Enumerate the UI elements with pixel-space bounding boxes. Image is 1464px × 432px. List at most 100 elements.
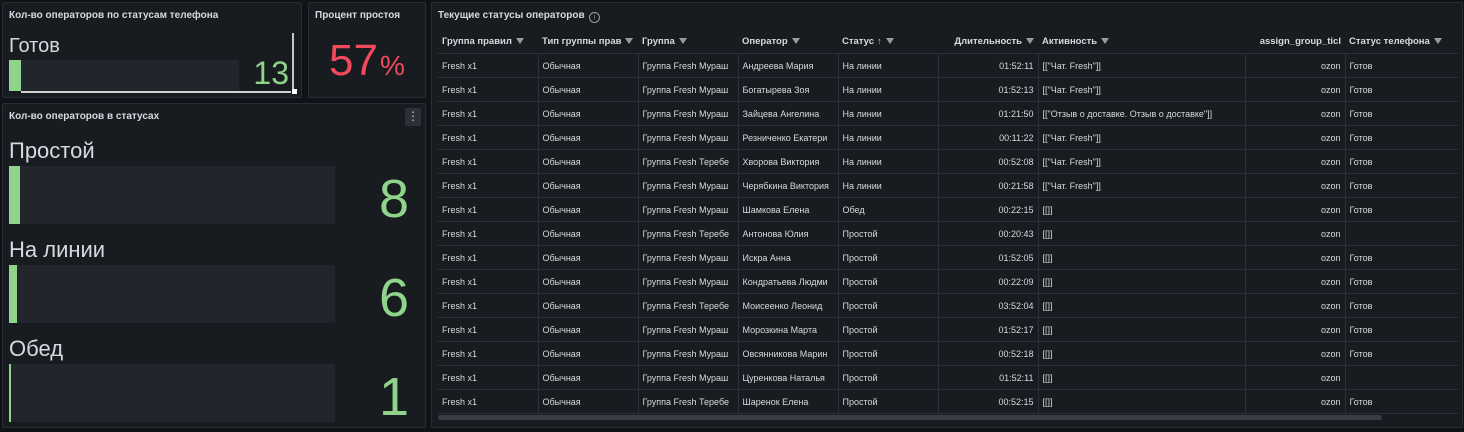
table-cell: ozon bbox=[1245, 341, 1346, 366]
column-header[interactable]: assign_group_ticl bbox=[1245, 29, 1345, 54]
table-cell: ozon bbox=[1245, 269, 1346, 294]
table-cell: Группа Fresh Мураш bbox=[638, 245, 739, 270]
table-cell: Искра Анна bbox=[738, 245, 839, 270]
filter-icon[interactable] bbox=[1433, 37, 1442, 44]
table-cell: ozon bbox=[1245, 365, 1346, 390]
table-cell: Шаренок Елена bbox=[738, 389, 839, 414]
table-cell: [["Чат. Fresh"]] bbox=[1038, 53, 1246, 78]
table-cell: ozon bbox=[1245, 125, 1346, 150]
column-header[interactable]: Статус ↑ bbox=[838, 29, 938, 54]
table-cell: Обычная bbox=[538, 101, 639, 126]
status-row-idle: Простой 8 bbox=[3, 138, 425, 237]
column-header[interactable]: Активность bbox=[1038, 29, 1245, 54]
column-header[interactable]: Длительность bbox=[938, 29, 1038, 54]
resize-corner[interactable] bbox=[292, 89, 297, 94]
table-cell: Fresh x1 bbox=[438, 101, 539, 126]
column-header[interactable]: Группа bbox=[638, 29, 738, 54]
table-header-row: Группа правил Тип группы прав Группа Опе… bbox=[438, 29, 1458, 54]
table-cell: Моисеенко Леонид bbox=[738, 293, 839, 318]
table-cell: [[]] bbox=[1038, 389, 1246, 414]
resize-handle-bottom[interactable] bbox=[21, 91, 291, 93]
table-cell: Овсянникова Марин bbox=[738, 341, 839, 366]
table-cell: Обычная bbox=[538, 149, 639, 174]
table-cell bbox=[1345, 365, 1458, 390]
table-cell: 00:20:43 bbox=[938, 221, 1039, 246]
column-header[interactable]: Оператор bbox=[738, 29, 838, 54]
resize-handle[interactable] bbox=[292, 33, 294, 93]
table-row[interactable]: Fresh x1 Обычная Группа Fresh Теребе Хворов… bbox=[438, 149, 1458, 174]
table-cell: ozon bbox=[1245, 389, 1346, 414]
table-cell: Простой bbox=[838, 317, 939, 342]
table-cell: Группа Fresh Теребе bbox=[638, 293, 739, 318]
table-row[interactable]: Fresh x1 Обычная Группа Fresh Мураш Искра А… bbox=[438, 245, 1458, 270]
status-value-ready: 13 bbox=[253, 55, 289, 91]
table-cell: [["Чат. Fresh"]] bbox=[1038, 77, 1246, 102]
table-cell: 00:52:08 bbox=[938, 149, 1039, 174]
table-cell: Зайцева Ангелина bbox=[738, 101, 839, 126]
table-row[interactable]: Fresh x1 Обычная Группа Fresh Теребе Антоно… bbox=[438, 221, 1458, 246]
table-cell: Обычная bbox=[538, 197, 639, 222]
table-row[interactable]: Fresh x1 Обычная Группа Fresh Мураш Богатыр… bbox=[438, 77, 1458, 102]
table-row[interactable]: Fresh x1 Обычная Группа Fresh Мураш Овсянни… bbox=[438, 341, 1458, 366]
table-cell: 01:52:05 bbox=[938, 245, 1039, 270]
table-cell: [[]] bbox=[1038, 293, 1246, 318]
table-cell: Готов bbox=[1345, 149, 1458, 174]
table-cell: Простой bbox=[838, 245, 939, 270]
bar-gauge-fill bbox=[9, 60, 21, 91]
table-cell: Простой bbox=[838, 365, 939, 390]
column-header[interactable]: Статус телефона bbox=[1345, 29, 1458, 54]
table-cell: Группа Fresh Мураш bbox=[638, 317, 739, 342]
filter-icon[interactable] bbox=[885, 37, 894, 44]
info-icon[interactable]: i bbox=[589, 12, 600, 23]
table-cell: Группа Fresh Мураш bbox=[638, 77, 739, 102]
table-row[interactable]: Fresh x1 Обычная Группа Fresh Теребе Моисее… bbox=[438, 293, 1458, 318]
table-cell: Готов bbox=[1345, 341, 1458, 366]
table-row[interactable]: Fresh x1 Обычная Группа Fresh Мураш Зайцева… bbox=[438, 101, 1458, 126]
table-cell: 00:21:58 bbox=[938, 173, 1039, 198]
table-row[interactable]: Fresh x1 Обычная Группа Fresh Мураш Кондрат… bbox=[438, 269, 1458, 294]
table-row[interactable]: Fresh x1 Обычная Группа Fresh Мураш Цуренко… bbox=[438, 365, 1458, 390]
panel-menu-icon[interactable]: ⋮ bbox=[405, 108, 421, 126]
table-cell: Простой bbox=[838, 341, 939, 366]
table-row[interactable]: Fresh x1 Обычная Группа Fresh Мураш Резниче… bbox=[438, 125, 1458, 150]
filter-icon[interactable] bbox=[791, 37, 800, 44]
filter-icon[interactable] bbox=[678, 37, 687, 44]
table-cell: [[]] bbox=[1038, 365, 1246, 390]
table-row[interactable]: Fresh x1 Обычная Группа Fresh Мураш Морозки… bbox=[438, 317, 1458, 342]
status-label: Обед bbox=[9, 336, 64, 361]
table-cell: Fresh x1 bbox=[438, 365, 539, 390]
filter-icon[interactable] bbox=[1026, 37, 1034, 44]
table-row[interactable]: Fresh x1 Обычная Группа Fresh Мураш Черябки… bbox=[438, 173, 1458, 198]
table-cell: ozon bbox=[1245, 53, 1346, 78]
table-cell: [["Отзыв о доставке. Отзыв о доставке"]] bbox=[1038, 101, 1246, 126]
horizontal-scrollbar[interactable] bbox=[438, 415, 1382, 420]
filter-icon[interactable] bbox=[625, 37, 634, 44]
filter-icon[interactable] bbox=[1101, 37, 1110, 44]
column-header[interactable]: Тип группы прав bbox=[538, 29, 638, 54]
table-cell: Готов bbox=[1345, 53, 1458, 78]
table-cell: Готов bbox=[1345, 77, 1458, 102]
table-cell: [[]] bbox=[1038, 221, 1246, 246]
table-cell: Fresh x1 bbox=[438, 389, 539, 414]
table-cell: Группа Fresh Мураш bbox=[638, 53, 739, 78]
table-cell: Цуренкова Наталья bbox=[738, 365, 839, 390]
bar-gauge-track bbox=[9, 364, 335, 422]
column-header[interactable]: Группа правил bbox=[438, 29, 538, 54]
status-label: На линии bbox=[9, 237, 106, 262]
bar-gauge-track bbox=[9, 265, 335, 323]
table-cell: Готов bbox=[1345, 389, 1458, 414]
table-cell: На линии bbox=[838, 173, 939, 198]
table-row[interactable]: Fresh x1 Обычная Группа Fresh Теребе Шарено… bbox=[438, 389, 1458, 414]
table-row[interactable]: Fresh x1 Обычная Группа Fresh Мураш Шамкова… bbox=[438, 197, 1458, 222]
table-cell: 01:52:11 bbox=[938, 365, 1039, 390]
idle-percent-panel: Процент простоя 57% bbox=[308, 2, 426, 98]
operators-table-panel: Текущие статусы операторов i Группа прав… bbox=[431, 2, 1463, 428]
table-cell: ozon bbox=[1245, 149, 1346, 174]
table-cell: Готов bbox=[1345, 317, 1458, 342]
table-cell: Fresh x1 bbox=[438, 149, 539, 174]
filter-icon[interactable] bbox=[515, 37, 524, 44]
sort-ascending-icon[interactable]: ↑ bbox=[877, 36, 882, 46]
table-row[interactable]: Fresh x1 Обычная Группа Fresh Мураш Андреев… bbox=[438, 53, 1458, 78]
table-cell: Простой bbox=[838, 389, 939, 414]
table-cell: ozon bbox=[1245, 101, 1346, 126]
